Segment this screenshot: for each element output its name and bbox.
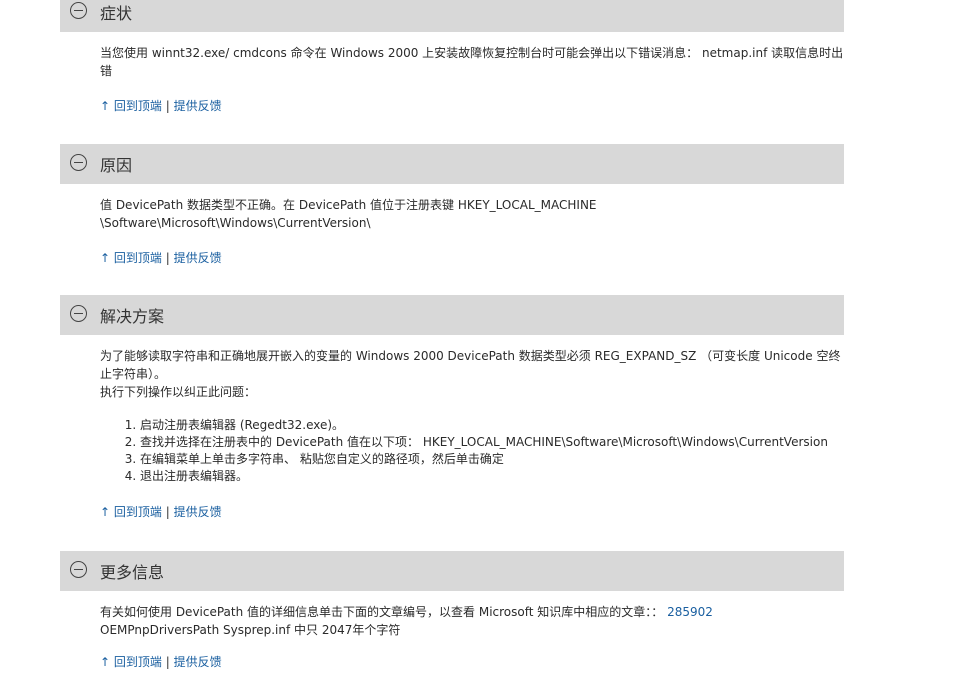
section-title: 解决方案 <box>100 307 165 326</box>
cause-text-line2: \Software\Microsoft\Windows\CurrentVersi… <box>100 216 371 230</box>
collapse-icon[interactable] <box>70 154 87 171</box>
section-links: ↑ 回到顶端 | 提供反馈 <box>100 653 844 671</box>
list-item: 查找并选择在注册表中的 DevicePath 值在以下项： HKEY_LOCAL… <box>140 434 844 451</box>
section-resolution: 解决方案 为了能够读取字符串和正确地展开嵌入的变量的 Windows 2000 … <box>60 295 844 521</box>
resolution-intro2: 执行下列操作以纠正此问题： <box>100 385 257 399</box>
link-separator: | <box>165 251 170 265</box>
collapse-icon[interactable] <box>70 305 87 322</box>
section-more-info: 更多信息 有关如何使用 DevicePath 值的详细信息单击下面的文章编号，以… <box>60 551 844 671</box>
resolution-intro: 为了能够读取字符串和正确地展开嵌入的变量的 Windows 2000 Devic… <box>100 349 841 381</box>
feedback-link[interactable]: 提供反馈 <box>174 505 222 519</box>
back-to-top-link[interactable]: ↑ 回到顶端 <box>100 655 162 669</box>
feedback-link[interactable]: 提供反馈 <box>174 655 222 669</box>
collapse-icon[interactable] <box>70 561 87 578</box>
section-links: ↑ 回到顶端 | 提供反馈 <box>100 97 844 115</box>
link-separator: | <box>165 655 170 669</box>
more-info-prefix: 有关如何使用 DevicePath 值的详细信息单击下面的文章编号，以查看 Mi… <box>100 605 664 619</box>
collapse-icon[interactable] <box>70 2 87 19</box>
section-header-symptoms[interactable]: 症状 <box>60 0 844 32</box>
section-links: ↑ 回到顶端 | 提供反馈 <box>100 249 844 267</box>
resolution-steps: 启动注册表编辑器 (Regedt32.exe)。 查找并选择在注册表中的 Dev… <box>100 417 844 485</box>
back-to-top-link[interactable]: ↑ 回到顶端 <box>100 251 162 265</box>
feedback-link[interactable]: 提供反馈 <box>174 251 222 265</box>
section-title: 症状 <box>100 4 133 23</box>
feedback-link[interactable]: 提供反馈 <box>174 99 222 113</box>
list-item: 退出注册表编辑器。 <box>140 468 844 485</box>
section-title: 更多信息 <box>100 563 165 582</box>
link-separator: | <box>165 505 170 519</box>
list-item: 在编辑菜单上单击多字符串、 粘贴您自定义的路径项，然后单击确定 <box>140 451 844 468</box>
section-links: ↑ 回到顶端 | 提供反馈 <box>100 503 844 521</box>
more-info-text: 有关如何使用 DevicePath 值的详细信息单击下面的文章编号，以查看 Mi… <box>100 603 844 621</box>
section-symptoms: 症状 当您使用 winnt32.exe/ cmdcons 命令在 Windows… <box>60 0 844 115</box>
section-cause: 原因 值 DevicePath 数据类型不正确。在 DevicePath 值位于… <box>60 144 844 267</box>
section-header-cause[interactable]: 原因 <box>60 144 844 184</box>
section-header-more-info[interactable]: 更多信息 <box>60 551 844 591</box>
section-header-resolution[interactable]: 解决方案 <box>60 295 844 335</box>
cause-text-line1: 值 DevicePath 数据类型不正确。在 DevicePath 值位于注册表… <box>100 198 597 212</box>
article-link[interactable]: 285902 <box>667 605 713 619</box>
list-item: 启动注册表编辑器 (Regedt32.exe)。 <box>140 417 844 434</box>
link-separator: | <box>165 99 170 113</box>
symptom-text: 当您使用 winnt32.exe/ cmdcons 命令在 Windows 20… <box>100 46 844 78</box>
back-to-top-link[interactable]: ↑ 回到顶端 <box>100 505 162 519</box>
more-info-line2: OEMPnpDriversPath Sysprep.inf 中只 2047年个字… <box>100 623 401 637</box>
section-title: 原因 <box>100 156 133 175</box>
back-to-top-link[interactable]: ↑ 回到顶端 <box>100 99 162 113</box>
